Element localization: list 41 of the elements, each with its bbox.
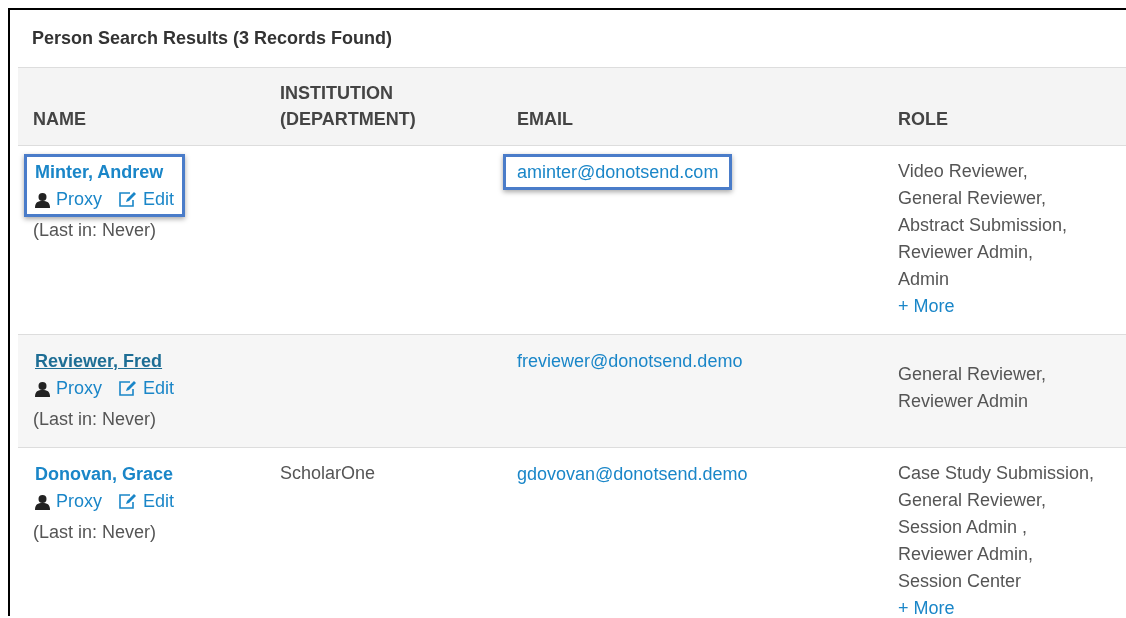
- institution-text: ScholarOne: [280, 463, 376, 483]
- edit-icon: [118, 493, 137, 510]
- column-header: INSTITUTION (DEPARTMENT): [265, 67, 502, 146]
- user-icon: [35, 191, 50, 208]
- column-header: EMAIL: [502, 67, 883, 146]
- last-login-text: (Last in: Never): [33, 521, 158, 544]
- person-name-link[interactable]: Minter, Andrew: [35, 159, 175, 186]
- role-text: Reviewer Admin,: [898, 241, 1035, 264]
- role-text: Reviewer Admin: [898, 390, 1030, 413]
- column-header: NAME: [18, 67, 265, 146]
- role-text: Session Admin ,: [898, 516, 1029, 539]
- edit-link[interactable]: Edit: [118, 375, 175, 402]
- more-link[interactable]: + More: [898, 293, 1111, 320]
- panel-title: Person Search Results (3 Records Found): [31, 27, 393, 50]
- proxy-link[interactable]: Proxy: [35, 186, 102, 213]
- column-header: ROLE: [883, 67, 1126, 146]
- role-text: Admin: [898, 268, 951, 291]
- role-text: General Reviewer,: [898, 187, 1048, 210]
- role-text: General Reviewer,: [898, 363, 1048, 386]
- role-text: Abstract Submission,: [898, 214, 1069, 237]
- user-icon: [35, 380, 50, 397]
- edit-icon: [118, 380, 137, 397]
- edit-link[interactable]: Edit: [118, 488, 175, 515]
- person-name-link[interactable]: Reviewer, Fred: [35, 348, 175, 375]
- last-login-text: (Last in: Never): [33, 219, 158, 242]
- email-link[interactable]: freviewer@donotsend.demo: [503, 343, 757, 379]
- role-text: Session Center: [898, 570, 1023, 593]
- role-text: General Reviewer,: [898, 489, 1048, 512]
- role-text: Video Reviewer,: [898, 160, 1029, 183]
- role-text: Case Study Submission,: [898, 462, 1096, 485]
- email-link[interactable]: aminter@donotsend.com: [503, 154, 733, 190]
- edit-icon: [118, 191, 137, 208]
- user-icon: [35, 493, 50, 510]
- person-name-link[interactable]: Donovan, Grace: [35, 461, 175, 488]
- more-link[interactable]: + More: [898, 595, 1111, 618]
- edit-link[interactable]: Edit: [118, 186, 175, 213]
- email-link[interactable]: gdovovan@donotsend.demo: [503, 456, 762, 492]
- proxy-link[interactable]: Proxy: [35, 488, 102, 515]
- role-text: Reviewer Admin,: [898, 543, 1035, 566]
- last-login-text: (Last in: Never): [33, 408, 158, 431]
- proxy-link[interactable]: Proxy: [35, 375, 102, 402]
